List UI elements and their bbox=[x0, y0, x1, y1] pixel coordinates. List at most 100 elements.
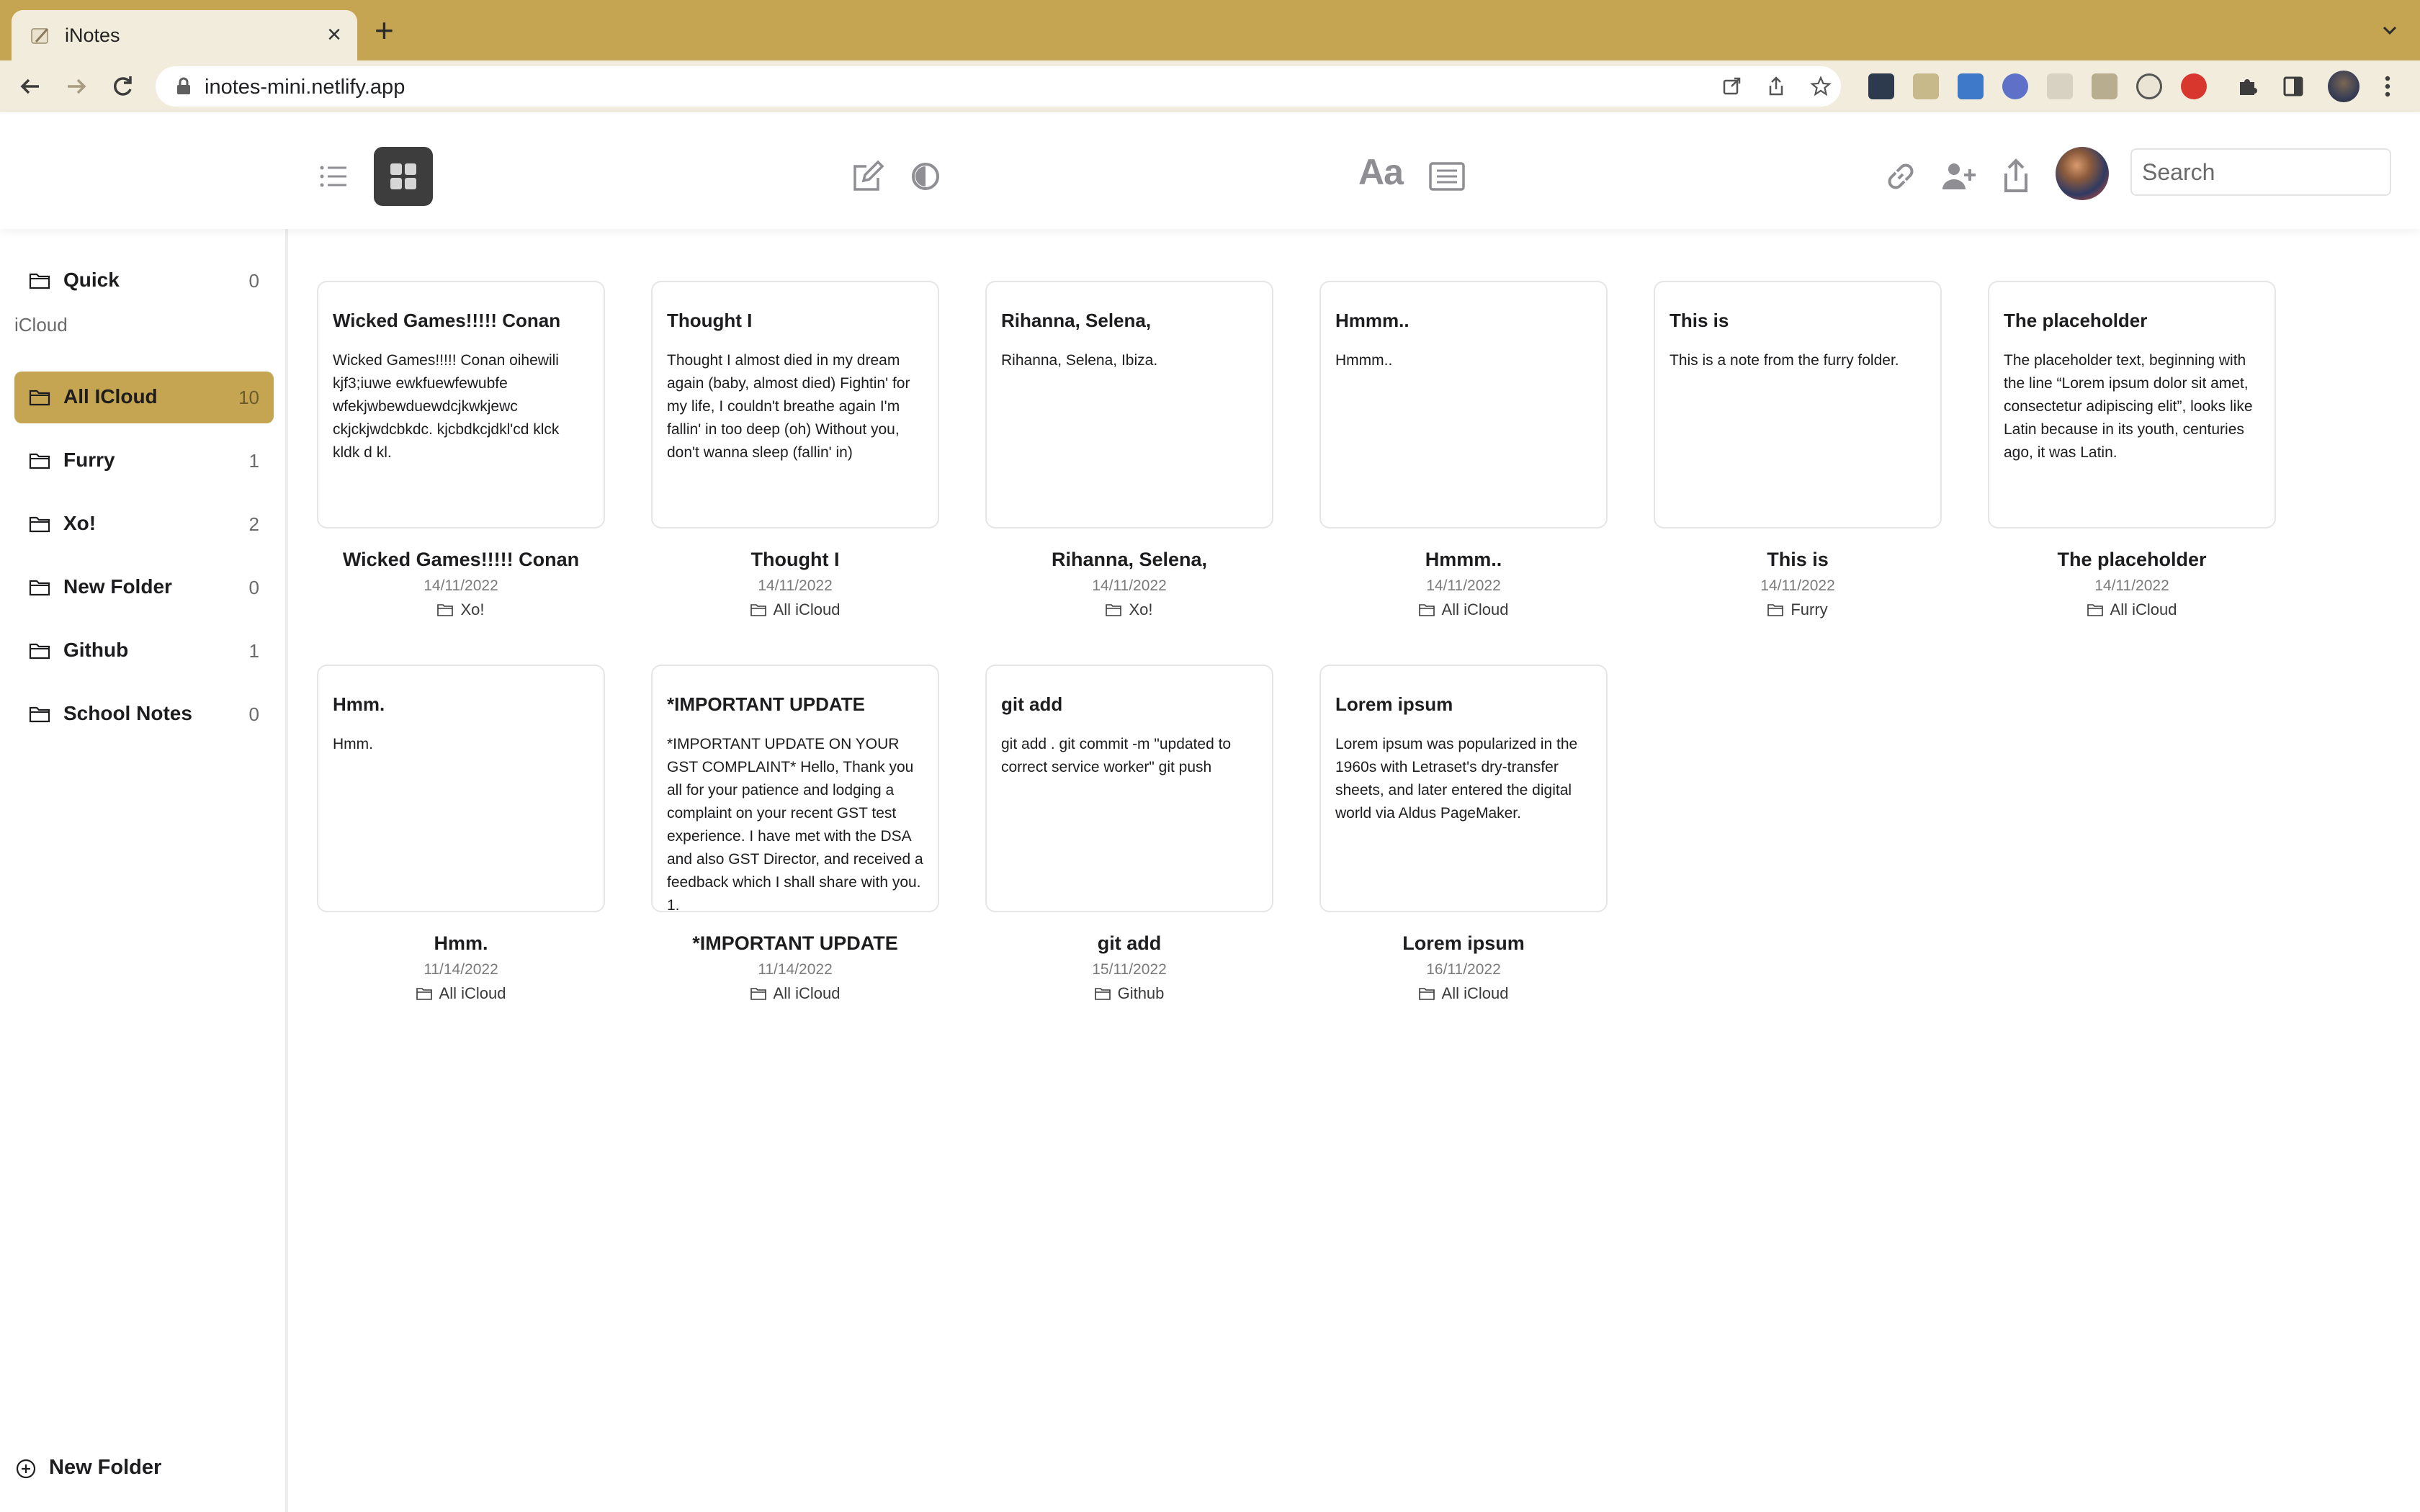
folder-all-icloud[interactable]: All ICloud 10 bbox=[14, 372, 274, 423]
add-collaborator-button[interactable] bbox=[1929, 147, 1988, 206]
browser-tab[interactable]: iNotes × bbox=[12, 10, 357, 60]
note-title: Hmm. bbox=[434, 932, 488, 954]
folder-icon bbox=[29, 273, 50, 289]
folder-count: 0 bbox=[248, 703, 259, 725]
note-item[interactable]: Thought I Thought I almost died in my dr… bbox=[651, 281, 939, 641]
dots-extension-icon[interactable] bbox=[2136, 73, 2162, 99]
note-item[interactable]: Wicked Games!!!!! Conan Wicked Games!!!!… bbox=[317, 281, 605, 641]
note-item[interactable]: Hmm. Hmm. Hmm. 11/14/2022 All iCloud bbox=[317, 665, 605, 1025]
note-date: 14/11/2022 bbox=[1760, 577, 1835, 594]
list-view-icon bbox=[320, 166, 346, 187]
card-body: Wicked Games!!!!! Conan oihewili kjf3;iu… bbox=[333, 352, 560, 461]
app-header: Aa bbox=[0, 112, 2420, 229]
puzzle-icon[interactable] bbox=[2234, 73, 2260, 99]
folder-count: 1 bbox=[248, 450, 259, 472]
note-item[interactable]: This is This is a note from the furry fo… bbox=[1654, 281, 1942, 641]
more-options-icon[interactable] bbox=[2377, 73, 2398, 99]
note-card[interactable]: git add git add . git commit -m "updated… bbox=[985, 665, 1273, 912]
folder-name: Xo! bbox=[63, 512, 97, 534]
card-body: Hmmm.. bbox=[1335, 352, 1393, 369]
search-input[interactable] bbox=[2130, 148, 2391, 196]
note-title: Hmmm.. bbox=[1425, 549, 1502, 570]
folder-github[interactable]: Github 1 bbox=[14, 625, 274, 677]
note-card[interactable]: This is This is a note from the furry fo… bbox=[1654, 281, 1942, 528]
open-in-app-icon[interactable] bbox=[1720, 75, 1743, 98]
note-card[interactable]: The placeholder The placeholder text, be… bbox=[1988, 281, 2276, 528]
card-body: Hmm. bbox=[333, 736, 373, 752]
folder-name: School Notes bbox=[63, 702, 192, 724]
picker-extension-icon[interactable] bbox=[1913, 73, 1939, 99]
browser-toolbar: inotes-mini.netlify.app bbox=[0, 60, 2420, 112]
folder-school-notes[interactable]: School Notes 0 bbox=[14, 688, 274, 740]
note-date: 14/11/2022 bbox=[2094, 577, 2169, 594]
folder-icon bbox=[750, 604, 766, 616]
folder-quick[interactable]: Quick 0 bbox=[14, 255, 274, 307]
note-card[interactable]: *IMPORTANT UPDATE *IMPORTANT UPDATE ON Y… bbox=[651, 665, 939, 912]
section-label-icloud: iCloud bbox=[14, 314, 68, 336]
new-tab-icon[interactable]: + bbox=[375, 14, 394, 47]
folder-furry[interactable]: Furry 1 bbox=[14, 435, 274, 487]
ci-extension-icon[interactable] bbox=[2092, 73, 2118, 99]
user-avatar[interactable] bbox=[2056, 147, 2109, 200]
card-title: *IMPORTANT UPDATE bbox=[667, 693, 865, 715]
side-panel-icon[interactable] bbox=[2280, 73, 2306, 99]
card-title: Wicked Games!!!!! Conan bbox=[333, 310, 561, 331]
folder-icon bbox=[29, 390, 50, 406]
list-view-button[interactable] bbox=[304, 147, 363, 206]
folder-icon bbox=[416, 988, 432, 1000]
folder-new-folder[interactable]: New Folder 0 bbox=[14, 562, 274, 613]
folder-count: 10 bbox=[238, 387, 259, 408]
note-title: The placeholder bbox=[2057, 549, 2207, 570]
note-card[interactable]: Lorem ipsum Lorem ipsum was popularized … bbox=[1319, 665, 1608, 912]
note-item[interactable]: *IMPORTANT UPDATE *IMPORTANT UPDATE ON Y… bbox=[651, 665, 939, 1025]
back-icon[interactable] bbox=[16, 72, 45, 101]
browser-profile-avatar[interactable] bbox=[2328, 71, 2360, 102]
adblock-extension-icon[interactable] bbox=[2181, 73, 2207, 99]
theme-toggle-button[interactable] bbox=[896, 147, 955, 206]
fi-extension-icon[interactable] bbox=[1958, 73, 1984, 99]
shield-extension-icon[interactable] bbox=[2047, 73, 2073, 99]
link-button[interactable] bbox=[1871, 147, 1930, 206]
add-circle-icon bbox=[16, 1459, 36, 1479]
tab-close-icon[interactable]: × bbox=[327, 20, 341, 49]
star-icon[interactable] bbox=[1809, 75, 1832, 98]
sidebar: Quick 0 iCloud All ICloud 10 Furry 1 Xo!… bbox=[0, 229, 288, 1512]
folder-xo[interactable]: Xo! 2 bbox=[14, 498, 274, 550]
forward-icon[interactable] bbox=[62, 72, 91, 101]
share-icon[interactable] bbox=[1765, 75, 1788, 98]
note-card[interactable]: Hmm. Hmm. bbox=[317, 665, 605, 912]
react-devtools-icon[interactable] bbox=[1868, 73, 1894, 99]
note-card[interactable]: Wicked Games!!!!! Conan Wicked Games!!!!… bbox=[317, 281, 605, 528]
reload-icon[interactable] bbox=[108, 72, 137, 101]
folder-count: 0 bbox=[248, 270, 259, 292]
card-title: Hmmm.. bbox=[1335, 310, 1410, 331]
note-item[interactable]: Rihanna, Selena, Rihanna, Selena, Ibiza.… bbox=[985, 281, 1273, 641]
share-note-button[interactable] bbox=[1986, 147, 2045, 206]
note-item[interactable]: Hmmm.. Hmmm.. Hmmm.. 14/11/2022 All iClo… bbox=[1319, 281, 1608, 641]
note-item[interactable]: git add git add . git commit -m "updated… bbox=[985, 665, 1273, 1025]
note-folder: All iCloud bbox=[651, 600, 939, 619]
note-item[interactable]: The placeholder The placeholder text, be… bbox=[1988, 281, 2276, 641]
note-card[interactable]: Rihanna, Selena, Rihanna, Selena, Ibiza. bbox=[985, 281, 1273, 528]
note-date: 15/11/2022 bbox=[1092, 961, 1167, 978]
folder-icon bbox=[437, 604, 454, 616]
chevron-down-icon[interactable] bbox=[2378, 19, 2401, 42]
note-card[interactable]: Thought I Thought I almost died in my dr… bbox=[651, 281, 939, 528]
circle-extension-icon[interactable] bbox=[2002, 73, 2028, 99]
note-folder-name: Github bbox=[1117, 984, 1165, 1002]
note-card[interactable]: Hmmm.. Hmmm.. bbox=[1319, 281, 1608, 528]
note-folder: All iCloud bbox=[317, 984, 605, 1003]
new-folder-label: New Folder bbox=[49, 1456, 162, 1479]
note-item[interactable]: Lorem ipsum Lorem ipsum was popularized … bbox=[1319, 665, 1608, 1025]
font-format-button[interactable]: Aa bbox=[1358, 151, 1404, 193]
card-body: *IMPORTANT UPDATE ON YOUR GST COMPLAINT*… bbox=[667, 736, 923, 912]
card-title: Lorem ipsum bbox=[1335, 693, 1453, 715]
address-bar[interactable]: inotes-mini.netlify.app bbox=[156, 66, 1841, 107]
new-note-button[interactable] bbox=[838, 147, 897, 206]
checklist-button[interactable] bbox=[1417, 147, 1476, 206]
folder-name: Quick bbox=[63, 269, 120, 291]
lock-icon bbox=[177, 77, 190, 94]
note-folder-name: Xo! bbox=[1129, 600, 1153, 618]
url-text: inotes-mini.netlify.app bbox=[205, 76, 405, 99]
grid-view-button[interactable] bbox=[374, 147, 433, 206]
